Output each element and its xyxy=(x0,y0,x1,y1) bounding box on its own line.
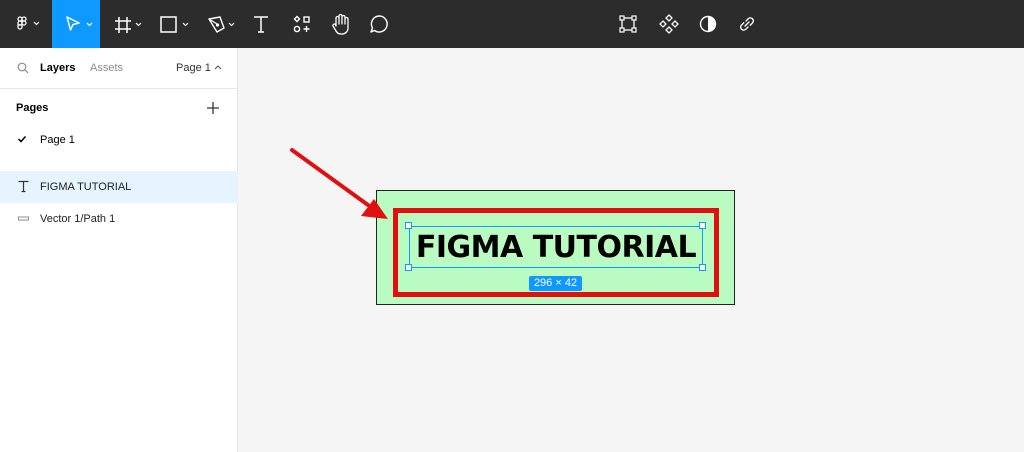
mask-button[interactable] xyxy=(694,0,722,48)
toolbar xyxy=(0,0,1024,48)
search-icon[interactable] xyxy=(17,62,29,74)
layer-label: Vector 1/Path 1 xyxy=(40,213,116,225)
figma-logo-icon xyxy=(17,16,40,30)
edit-object-button[interactable] xyxy=(614,0,642,48)
pen-icon xyxy=(208,16,235,33)
dimensions-badge: 296 × 42 xyxy=(529,276,582,291)
component-icon xyxy=(659,14,679,34)
shape-tool-button[interactable] xyxy=(154,0,196,48)
link-icon xyxy=(740,17,754,31)
layer-label: FIGMA TUTORIAL xyxy=(40,181,132,193)
move-tool-button[interactable] xyxy=(52,0,100,48)
text-tool-button[interactable] xyxy=(246,0,276,48)
cursor-icon xyxy=(66,16,93,31)
link-button[interactable] xyxy=(733,0,761,48)
pages-section-title: Pages xyxy=(16,102,49,114)
panel-tabs: Layers Assets Page 1 xyxy=(0,48,238,89)
hand-tool-button[interactable] xyxy=(326,0,356,48)
page-list-item[interactable]: Page 1 xyxy=(0,128,238,152)
selection-box xyxy=(409,226,703,268)
resources-button[interactable] xyxy=(286,0,318,48)
create-component-button[interactable] xyxy=(655,0,683,48)
text-icon xyxy=(254,16,268,33)
text-layer-icon xyxy=(18,180,29,193)
frame-tool-button[interactable] xyxy=(106,0,148,48)
comment-icon xyxy=(370,15,388,33)
frame-icon xyxy=(115,17,142,33)
resources-icon xyxy=(293,15,310,33)
resize-handle-top-left[interactable] xyxy=(405,222,412,229)
page-label: Page 1 xyxy=(40,134,75,146)
resize-handle-top-right[interactable] xyxy=(699,222,706,229)
tab-assets[interactable]: Assets xyxy=(90,62,123,74)
edit-object-icon xyxy=(619,15,637,33)
check-icon xyxy=(17,135,27,143)
pen-tool-button[interactable] xyxy=(200,0,242,48)
tab-layers[interactable]: Layers xyxy=(40,62,75,74)
rectangle-icon xyxy=(160,16,189,33)
layer-row-vector[interactable]: Vector 1/Path 1 xyxy=(0,203,238,235)
vector-layer-icon xyxy=(18,216,29,221)
contrast-icon xyxy=(699,15,717,33)
add-page-icon[interactable] xyxy=(206,101,220,115)
layers-panel: Layers Assets Page 1 Pages Page 1 FIGMA … xyxy=(0,48,238,452)
layer-row-text[interactable]: FIGMA TUTORIAL xyxy=(0,171,238,203)
resize-handle-bottom-right[interactable] xyxy=(699,264,706,271)
comment-tool-button[interactable] xyxy=(364,0,394,48)
hand-icon xyxy=(332,13,349,35)
page-selector[interactable]: Page 1 xyxy=(176,62,211,74)
resize-handle-bottom-left[interactable] xyxy=(405,264,412,271)
main-menu-button[interactable] xyxy=(0,0,48,48)
chevron-up-icon[interactable] xyxy=(214,64,222,70)
